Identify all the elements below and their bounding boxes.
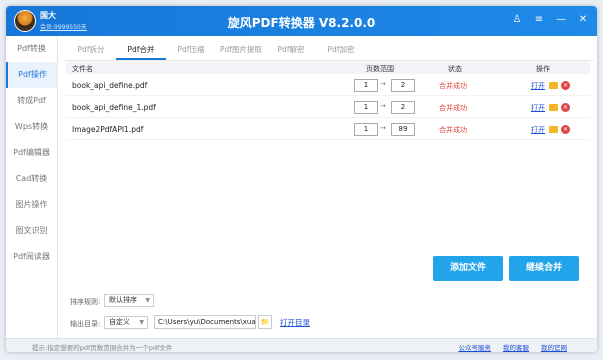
customer-service-link[interactable]: 我的客服	[503, 342, 529, 352]
table-row: book_api_define_1.pdf 1 → 2 合并成功 打开 ✕	[66, 96, 590, 118]
open-file-link[interactable]: 打开	[531, 103, 545, 113]
title-bar: 国大 会员:9999550天 旋风PDF转换器 V8.2.0.0 ♙ ≡ — ✕	[6, 6, 597, 36]
sort-select[interactable]: 默认排序 ▼	[104, 294, 154, 307]
status-text: 合并成功	[439, 104, 467, 112]
open-directory-link[interactable]: 打开目录	[280, 317, 310, 328]
output-mode-select[interactable]: 自定义 ▼	[104, 316, 148, 329]
file-table: 文件名 页数范围 状态 操作 book_api_define.pdf 1 → 2…	[66, 62, 590, 140]
window-controls: ♙ ≡ — ✕	[511, 14, 589, 26]
header-filename: 文件名	[72, 65, 93, 73]
app-window: 国大 会员:9999550天 旋风PDF转换器 V8.2.0.0 ♙ ≡ — ✕…	[6, 6, 597, 352]
sort-label: 排序规则:	[70, 298, 101, 306]
sidebar-item-pdf-reader[interactable]: Pdf阅读器	[6, 244, 57, 270]
page-from-input[interactable]: 1	[354, 101, 378, 114]
file-name: book_api_define.pdf	[72, 81, 148, 90]
table-row: book_api_define.pdf 1 → 2 合并成功 打开 ✕	[66, 74, 590, 96]
tab-pdf-image-extract[interactable]: Pdf图片提取	[216, 40, 266, 60]
header-status: 状态	[448, 65, 462, 73]
status-text: 合并成功	[439, 82, 467, 90]
chevron-down-icon: ▼	[145, 297, 150, 304]
status-text: 合并成功	[439, 126, 467, 134]
tab-bar: Pdf拆分 Pdf合并 Pdf压缩 Pdf图片提取 Pdf解密 Pdf加密	[66, 40, 366, 60]
sidebar-item-ocr[interactable]: 图文识别	[6, 218, 57, 244]
sidebar-item-pdf-operate[interactable]: Pdf操作	[6, 62, 57, 88]
sort-select-value: 默认排序	[109, 296, 137, 304]
delete-icon[interactable]: ✕	[561, 81, 570, 90]
skin-icon[interactable]: ♙	[511, 14, 523, 26]
status-bar: 提示:指定想要的pdf页数范围合并为一个pdf文件 公众号服务 我的客服 我的官…	[6, 338, 597, 352]
open-file-link[interactable]: 打开	[531, 81, 545, 91]
page-from-input[interactable]: 1	[354, 123, 378, 136]
folder-browse-icon[interactable]: 📁	[258, 315, 272, 329]
table-row: Image2PdfAPI1.pdf 1 → 89 合并成功 打开 ✕	[66, 118, 590, 140]
minimize-icon[interactable]: —	[555, 14, 567, 26]
page-to-input[interactable]: 2	[391, 79, 415, 92]
page-to-input[interactable]: 89	[391, 123, 415, 136]
page-to-input[interactable]: 2	[391, 101, 415, 114]
arrow-right-icon: →	[380, 102, 386, 110]
sidebar-item-pdf-convert[interactable]: Pdf转换	[6, 36, 57, 62]
open-file-link[interactable]: 打开	[531, 125, 545, 135]
tab-pdf-decrypt[interactable]: Pdf解密	[266, 40, 316, 60]
table-header: 文件名 页数范围 状态 操作	[66, 62, 590, 74]
delete-icon[interactable]: ✕	[561, 125, 570, 134]
page-from-input[interactable]: 1	[354, 79, 378, 92]
tab-pdf-encrypt[interactable]: Pdf加密	[316, 40, 366, 60]
folder-icon[interactable]	[549, 104, 558, 111]
output-path-field[interactable]: C:\Users\yu\Documents\xuanfe	[154, 315, 256, 329]
menu-icon[interactable]: ≡	[533, 14, 545, 26]
delete-icon[interactable]: ✕	[561, 103, 570, 112]
app-title: 旋风PDF转换器 V8.2.0.0	[227, 16, 376, 30]
sidebar-item-image-operate[interactable]: 图片操作	[6, 192, 57, 218]
hint-text: 提示:指定想要的pdf页数范围合并为一个pdf文件	[32, 344, 173, 352]
arrow-right-icon: →	[380, 80, 386, 88]
sidebar-item-to-pdf[interactable]: 转成Pdf	[6, 88, 57, 114]
sidebar: Pdf转换 Pdf操作 转成Pdf Wps转换 Pdf编辑器 Cad转换 图片操…	[6, 36, 58, 338]
footer-links: 公众号服务 我的客服 我的官网	[459, 342, 568, 352]
chevron-down-icon: ▼	[139, 319, 144, 326]
continue-merge-button[interactable]: 继续合并	[509, 256, 579, 281]
official-site-link[interactable]: 我的官网	[541, 342, 567, 352]
tab-pdf-merge[interactable]: Pdf合并	[116, 40, 166, 60]
sidebar-item-cad-convert[interactable]: Cad转换	[6, 166, 57, 192]
arrow-right-icon: →	[380, 124, 386, 132]
sidebar-item-pdf-editor[interactable]: Pdf编辑器	[6, 140, 57, 166]
folder-icon[interactable]	[549, 82, 558, 89]
output-dir-label: 输出目录:	[70, 320, 101, 328]
file-name: book_api_define_1.pdf	[72, 103, 156, 112]
output-mode-value: 自定义	[109, 318, 130, 326]
file-name: Image2PdfAPI1.pdf	[72, 125, 144, 134]
header-pages: 页数范围	[366, 65, 394, 73]
add-file-button[interactable]: 添加文件	[433, 256, 503, 281]
tab-pdf-compress[interactable]: Pdf压缩	[166, 40, 216, 60]
sidebar-item-wps-convert[interactable]: Wps转换	[6, 114, 57, 140]
header-actions: 操作	[536, 65, 550, 73]
folder-icon[interactable]	[549, 126, 558, 133]
close-icon[interactable]: ✕	[577, 14, 589, 26]
wechat-service-link[interactable]: 公众号服务	[459, 342, 492, 352]
tab-pdf-split[interactable]: Pdf拆分	[66, 40, 116, 60]
tab-divider	[64, 60, 594, 61]
